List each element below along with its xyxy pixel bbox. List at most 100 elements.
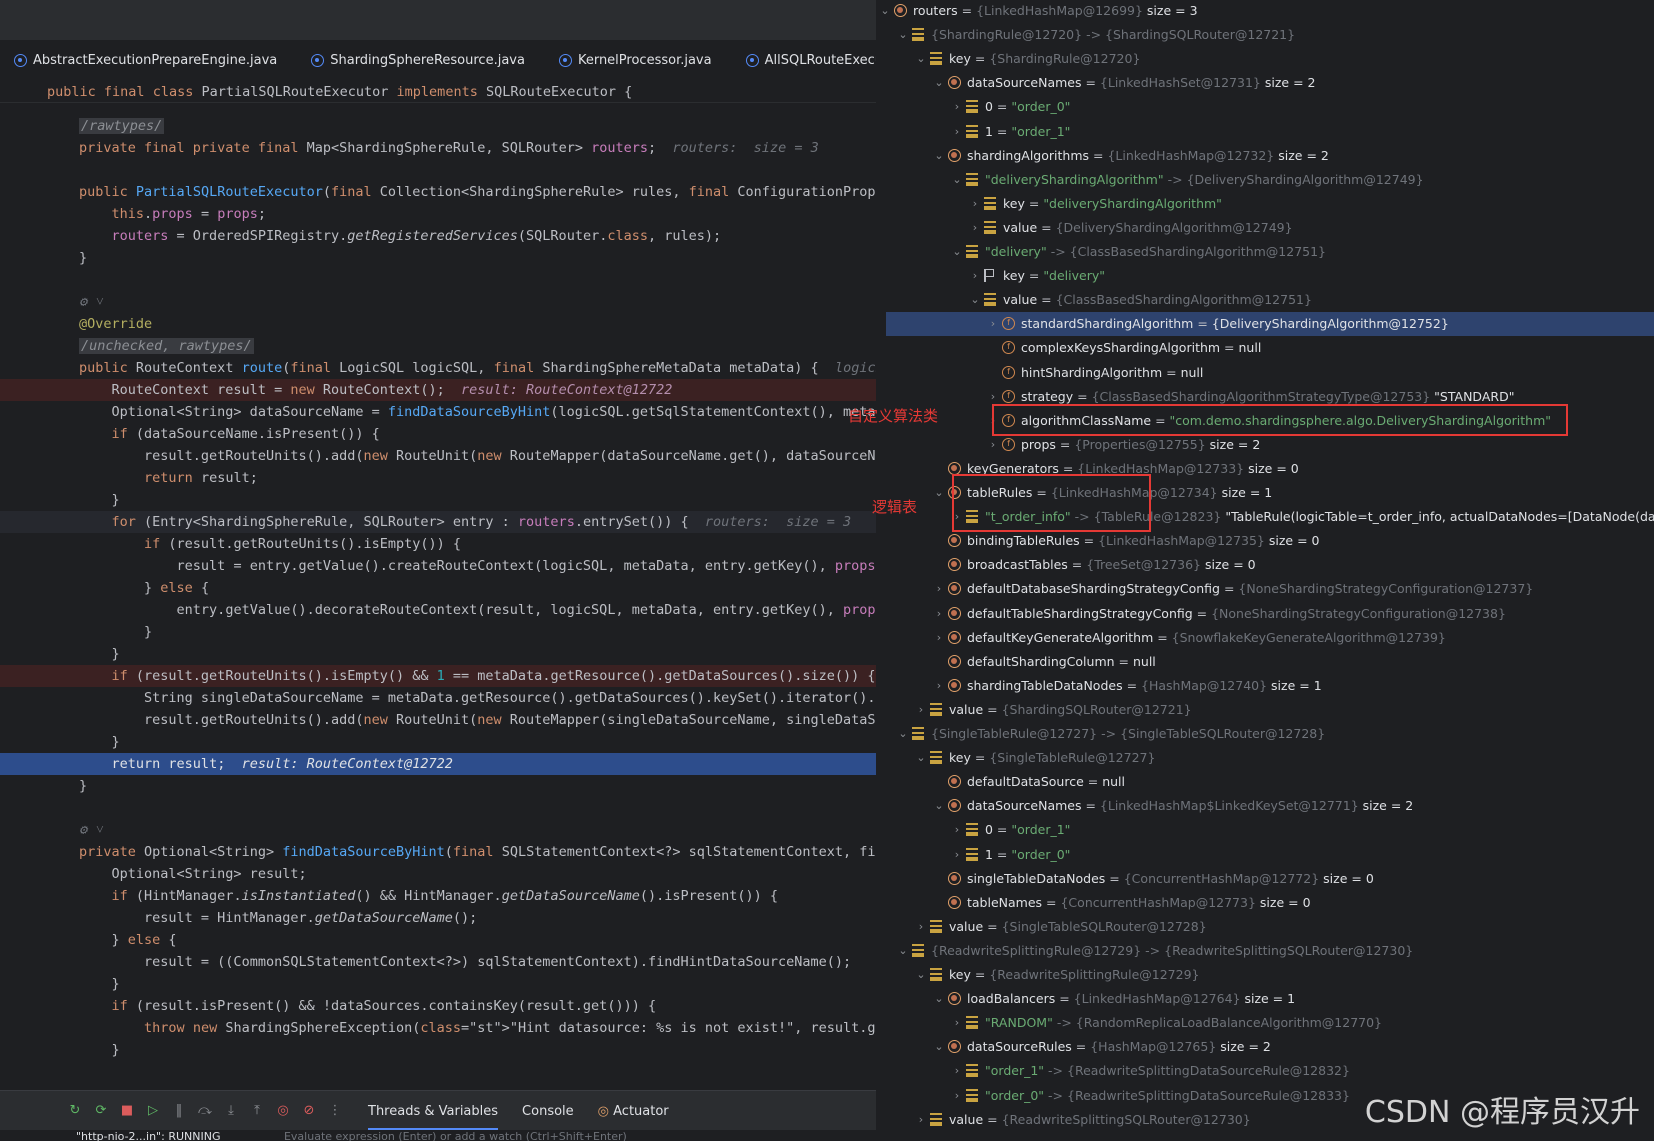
chevron-down-icon[interactable]: ⌄ [934, 794, 944, 818]
tree-row[interactable]: › 1 = "order_0" [876, 843, 1654, 867]
step-into-icon[interactable]: ⤓ [222, 1102, 240, 1120]
tree-row[interactable]: tableNames = {ConcurrentHashMap@12773} s… [876, 891, 1654, 915]
restart-icon[interactable]: ⟳ [92, 1102, 110, 1120]
code-area[interactable]: /rawtypes/ private final private final M… [0, 115, 876, 1061]
tree-row[interactable]: › f props = {Properties@12755} size = 2 [876, 433, 1654, 457]
tree-row[interactable]: ⌄ key = {SingleTableRule@12727} [876, 746, 1654, 770]
tree-row[interactable]: › defaultKeyGenerateAlgorithm = {Snowflak… [876, 626, 1654, 650]
chevron-down-icon[interactable]: ⌄ [880, 0, 890, 23]
tree-row[interactable]: › value = {SingleTableSQLRouter@12728} [876, 915, 1654, 939]
step-over-icon[interactable]: ⤼ [196, 1102, 214, 1120]
tree-row[interactable]: › defaultDatabaseShardingStrategyConfig =… [876, 577, 1654, 601]
tree-row[interactable]: defaultDataSource = null [876, 770, 1654, 794]
tree-row[interactable]: ⌄ routers = {LinkedHashMap@12699} size = … [876, 0, 1654, 23]
chevron-right-icon[interactable]: › [952, 120, 962, 144]
chevron-right-icon[interactable]: › [916, 698, 926, 722]
mute-breakpoints-icon[interactable]: ⊘ [300, 1102, 318, 1120]
tree-row[interactable]: ⌄ {ShardingRule@12720} -> {ShardingSQLRou… [876, 23, 1654, 47]
tree-row[interactable]: › key = "deliveryShardingAlgorithm" [876, 192, 1654, 216]
chevron-right-icon[interactable]: › [916, 915, 926, 939]
view-breakpoints-icon[interactable]: ◎ [274, 1102, 292, 1120]
chevron-right-icon[interactable]: › [916, 1108, 926, 1132]
tree-row[interactable]: › value = {ShardingSQLRouter@12721} [876, 698, 1654, 722]
chevron-down-icon[interactable]: ⌄ [934, 144, 944, 168]
tree-row[interactable]: › 1 = "order_1" [876, 120, 1654, 144]
tree-row[interactable]: ⌄ shardingAlgorithms = {LinkedHashMap@127… [876, 144, 1654, 168]
variables-tree[interactable]: ⌄ routers = {LinkedHashMap@12699} size = … [876, 0, 1654, 1141]
chevron-right-icon[interactable]: › [988, 312, 998, 336]
chevron-right-icon[interactable]: › [934, 602, 944, 626]
pause-icon[interactable]: ‖ [170, 1102, 188, 1120]
tree-row[interactable]: › shardingTableDataNodes = {HashMap@12740… [876, 674, 1654, 698]
chevron-right-icon[interactable]: › [970, 216, 980, 240]
tab-sharding-sphere-resource[interactable]: ShardingSphereResource.java [297, 40, 545, 81]
tree-row[interactable]: ⌄ "deliveryShardingAlgorithm" -> {Deliver… [876, 168, 1654, 192]
tree-row[interactable]: ⌄ {ReadwriteSplittingRule@12729} -> {Read… [876, 939, 1654, 963]
tree-row[interactable]: ⌄ key = {ReadwriteSplittingRule@12729} [876, 963, 1654, 987]
tree-row[interactable]: › "order_1" -> {ReadwriteSplittingDataSou… [876, 1059, 1654, 1083]
tree-row[interactable]: ⌄ loadBalancers = {LinkedHashMap@12764} s… [876, 987, 1654, 1011]
chevron-right-icon[interactable]: › [970, 192, 980, 216]
chevron-down-icon[interactable]: ⌄ [952, 240, 962, 264]
tree-row[interactable]: › 0 = "order_1" [876, 818, 1654, 842]
chevron-down-icon[interactable]: ⌄ [916, 963, 926, 987]
chevron-down-icon[interactable]: ⌄ [898, 23, 908, 47]
chevron-right-icon[interactable]: › [934, 674, 944, 698]
thread-row[interactable]: "http-nio-2...in": RUNNING Evaluate expr… [0, 1130, 876, 1141]
tree-row[interactable]: ⌄ value = {ClassBasedShardingAlgorithm@12… [876, 288, 1654, 312]
chevron-right-icon[interactable]: › [952, 1011, 962, 1035]
tree-row[interactable]: › 0 = "order_0" [876, 95, 1654, 119]
tree-row[interactable]: ⌄ {SingleTableRule@12727} -> {SingleTable… [876, 722, 1654, 746]
tree-row[interactable]: f hintShardingAlgorithm = null [876, 361, 1654, 385]
object-icon [948, 654, 961, 668]
chevron-down-icon[interactable]: ⌄ [898, 939, 908, 963]
tab-threads-variables[interactable]: Threads & Variables [368, 1104, 499, 1130]
chevron-down-icon[interactable]: ⌄ [916, 47, 926, 71]
tree-row[interactable]: › value = {DeliveryShardingAlgorithm@1274… [876, 216, 1654, 240]
chevron-down-icon[interactable]: ⌄ [934, 1035, 944, 1059]
chevron-right-icon[interactable]: › [952, 95, 962, 119]
chevron-right-icon[interactable]: › [988, 433, 998, 457]
tab-console[interactable]: Console [522, 1104, 574, 1119]
chevron-right-icon[interactable]: › [934, 577, 944, 601]
chevron-down-icon[interactable]: ⌄ [934, 481, 944, 505]
tree-row[interactable]: f complexKeysShardingAlgorithm = null [876, 336, 1654, 360]
tree-row[interactable]: › key = "delivery" [876, 264, 1654, 288]
chevron-down-icon[interactable]: ⌄ [952, 168, 962, 192]
chevron-down-icon[interactable]: ⌄ [916, 746, 926, 770]
chevron-down-icon[interactable]: ⌄ [898, 722, 908, 746]
tab-all-sql-route-executor[interactable]: AllSQLRouteExecutor.java [732, 40, 876, 81]
tree-row[interactable]: ⌄ key = {ShardingRule@12720} [876, 47, 1654, 71]
tree-row[interactable]: defaultShardingColumn = null [876, 650, 1654, 674]
variable-value: null [1102, 774, 1125, 790]
chevron-right-icon[interactable]: › [934, 626, 944, 650]
chevron-down-icon[interactable]: ⌄ [934, 987, 944, 1011]
tree-row[interactable]: ⌄ dataSourceNames = {LinkedHashSet@12731}… [876, 71, 1654, 95]
resume-icon[interactable]: ▷ [144, 1102, 162, 1120]
tree-row[interactable]: singleTableDataNodes = {ConcurrentHashMa… [876, 867, 1654, 891]
step-out-icon[interactable]: ⤒ [248, 1102, 266, 1120]
chevron-right-icon[interactable]: › [952, 1059, 962, 1083]
tab-kernel-processor[interactable]: KernelProcessor.java [545, 40, 732, 81]
chevron-down-icon[interactable]: ⌄ [934, 71, 944, 95]
stop-icon[interactable]: ■ [118, 1102, 136, 1120]
tree-row[interactable]: ⌄ dataSourceNames = {LinkedHashMap$Linked… [876, 794, 1654, 818]
evaluate-expression-input[interactable]: Evaluate expression (Enter) or add a wat… [284, 1130, 627, 1141]
rerun-icon[interactable]: ↻ [66, 1102, 84, 1120]
chevron-right-icon[interactable]: › [952, 843, 962, 867]
tree-row[interactable]: › defaultTableShardingStrategyConfig = {N… [876, 602, 1654, 626]
tree-row[interactable]: ⌄ dataSourceRules = {HashMap@12765} size … [876, 1035, 1654, 1059]
more-icon[interactable]: ⋮ [326, 1102, 344, 1120]
chevron-right-icon[interactable]: › [952, 818, 962, 842]
chevron-down-icon[interactable]: ⌄ [970, 288, 980, 312]
chevron-right-icon[interactable]: › [952, 1084, 962, 1108]
tree-row[interactable]: › "RANDOM" -> {RandomReplicaLoadBalanceAl… [876, 1011, 1654, 1035]
tree-row[interactable]: bindingTableRules = {LinkedHashMap@12735… [876, 529, 1654, 553]
chevron-right-icon[interactable]: › [970, 264, 980, 288]
tab-actuator[interactable]: ◎ Actuator [598, 1104, 669, 1119]
tree-row[interactable]: broadcastTables = {TreeSet@12736} size =… [876, 553, 1654, 577]
tab-abstract-execution-prepare-engine[interactable]: AbstractExecutionPrepareEngine.java [0, 40, 297, 81]
tree-row[interactable]: › f standardShardingAlgorithm = {DeliveryS… [886, 312, 1654, 337]
variable-extra: size = 2 [1362, 798, 1414, 814]
tree-row[interactable]: ⌄ "delivery" -> {ClassBasedShardingAlgori… [876, 240, 1654, 264]
